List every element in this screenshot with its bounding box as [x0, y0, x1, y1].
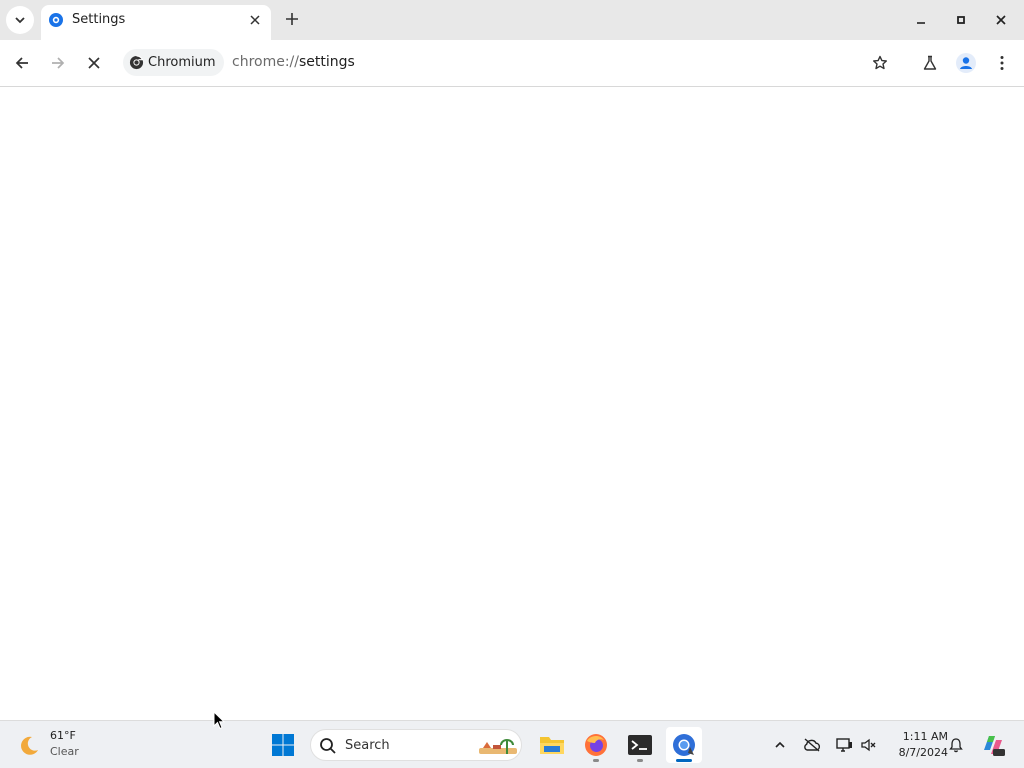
onedrive-tray-button[interactable]: [800, 733, 824, 757]
chromium-logo-icon: [129, 55, 144, 70]
profile-button[interactable]: [953, 50, 979, 76]
weather-temp: 61°F: [50, 729, 76, 742]
maximize-button[interactable]: [949, 8, 973, 32]
weather-widget[interactable]: 61°F Clear: [16, 727, 106, 763]
minimize-button[interactable]: [909, 8, 933, 32]
bell-icon: [949, 738, 963, 753]
stop-loading-button[interactable]: [81, 50, 107, 76]
running-indicator: [593, 759, 599, 762]
monitor-network-icon: [836, 738, 852, 752]
settings-favicon-icon: [49, 13, 63, 27]
site-info-chip[interactable]: Chromium: [123, 49, 224, 76]
mouse-cursor-icon: [213, 711, 225, 730]
copilot-icon: [984, 736, 1005, 756]
taskbar-chromium[interactable]: [666, 727, 702, 763]
taskbar-terminal[interactable]: [622, 727, 658, 763]
browser-toolbar: Chromium chrome://settings: [0, 40, 1024, 86]
arrow-right-icon: [52, 57, 65, 69]
close-icon: [88, 57, 100, 69]
url-text[interactable]: chrome://settings: [232, 54, 355, 70]
plus-icon: [286, 13, 298, 25]
clock-date: 8/7/2024: [898, 746, 948, 759]
chromium-icon: [673, 734, 695, 756]
active-indicator: [676, 759, 692, 762]
url-scheme: chrome://: [232, 54, 299, 70]
taskbar: 61°F Clear Search 1:11 AM 8/7/2024: [0, 720, 1024, 768]
windows-logo-icon: [272, 734, 294, 756]
forward-button[interactable]: [45, 50, 71, 76]
search-placeholder: Search: [345, 738, 390, 753]
folder-icon: [540, 737, 564, 754]
star-icon: [873, 55, 887, 70]
kebab-menu-icon: [1000, 56, 1004, 70]
taskbar-clock[interactable]: 1:11 AM 8/7/2024: [884, 729, 948, 761]
tab-close-button[interactable]: [246, 11, 264, 29]
new-tab-button[interactable]: [281, 8, 303, 30]
tab-strip: Settings: [0, 0, 1024, 40]
tab-title: Settings: [72, 12, 126, 27]
address-bar[interactable]: Chromium chrome://settings: [119, 45, 905, 81]
url-path: settings: [299, 54, 355, 70]
show-hidden-icons-button[interactable]: [768, 733, 792, 757]
close-icon: [250, 15, 260, 25]
search-icon: [320, 738, 336, 754]
chevron-up-icon: [775, 741, 785, 748]
cloud-offline-icon: [804, 738, 821, 752]
arrow-left-icon: [15, 57, 28, 69]
volume-tray-button[interactable]: [857, 733, 881, 757]
back-button[interactable]: [9, 50, 35, 76]
labs-button[interactable]: [917, 50, 943, 76]
network-tray-button[interactable]: [832, 733, 856, 757]
notifications-button[interactable]: [944, 733, 968, 757]
tab-settings[interactable]: Settings: [41, 5, 271, 40]
flask-icon: [923, 55, 937, 70]
start-button[interactable]: [265, 727, 301, 763]
clock-time: 1:11 AM: [902, 730, 948, 743]
bookmark-button[interactable]: [867, 50, 893, 76]
taskbar-search[interactable]: Search: [310, 729, 522, 761]
site-chip-label: Chromium: [148, 55, 216, 70]
weather-condition: Clear: [50, 745, 79, 758]
page-content: [0, 87, 1024, 720]
running-indicator: [637, 759, 643, 762]
close-window-button[interactable]: [989, 8, 1013, 32]
avatar-icon: [956, 53, 976, 73]
taskbar-firefox[interactable]: [578, 727, 614, 763]
maximize-icon: [957, 16, 965, 24]
terminal-icon: [628, 735, 652, 755]
search-highlight-image-icon: [479, 739, 517, 754]
tab-search-button[interactable]: [6, 6, 34, 34]
menu-button[interactable]: [989, 50, 1015, 76]
speaker-muted-icon: [861, 738, 876, 752]
close-icon: [996, 15, 1006, 25]
firefox-icon: [585, 734, 607, 756]
taskbar-file-explorer[interactable]: [534, 727, 570, 763]
chevron-down-icon: [15, 17, 25, 24]
minimize-icon: [917, 22, 925, 24]
moon-icon: [21, 736, 38, 755]
copilot-button[interactable]: [979, 731, 1007, 759]
